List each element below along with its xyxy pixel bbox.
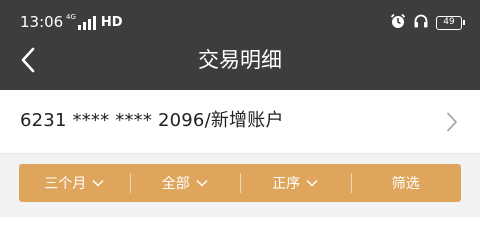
status-right-icons: 49 — [390, 13, 465, 33]
signal-icon: 4G HD — [66, 14, 123, 30]
network-type-label: 4G — [66, 13, 76, 21]
chevron-down-icon — [196, 179, 208, 187]
filter-type-dropdown[interactable]: 全部 — [129, 164, 241, 202]
status-time: 13:06 — [20, 13, 64, 31]
filter-sort-label: 正序 — [272, 176, 301, 192]
transaction-list-area — [0, 217, 480, 240]
alarm-icon — [390, 13, 406, 33]
app-header: 13:06 4G HD 49 交易明细 — [0, 0, 480, 90]
hd-label: HD — [100, 15, 123, 30]
filter-bar: 三个月 全部 正序 筛选 — [19, 164, 461, 202]
filter-button[interactable]: 筛选 — [350, 164, 462, 202]
chevron-down-icon — [92, 179, 104, 187]
chevron-down-icon — [306, 179, 318, 187]
filter-button-label: 筛选 — [391, 176, 420, 192]
page-title: 交易明细 — [198, 48, 282, 72]
chevron-right-icon — [447, 112, 457, 132]
filter-sort-dropdown[interactable]: 正序 — [240, 164, 351, 202]
account-selector[interactable]: 6231 **** **** 2096/新增账户 — [0, 90, 480, 154]
filter-type-label: 全部 — [161, 176, 190, 192]
filter-period-dropdown[interactable]: 三个月 — [19, 164, 130, 202]
battery-icon: 49 — [436, 16, 465, 30]
account-label: 6231 **** **** 2096/新增账户 — [20, 110, 284, 131]
headset-icon — [413, 13, 429, 33]
filter-period-label: 三个月 — [44, 176, 87, 192]
status-bar: 13:06 4G HD 49 — [0, 0, 480, 44]
